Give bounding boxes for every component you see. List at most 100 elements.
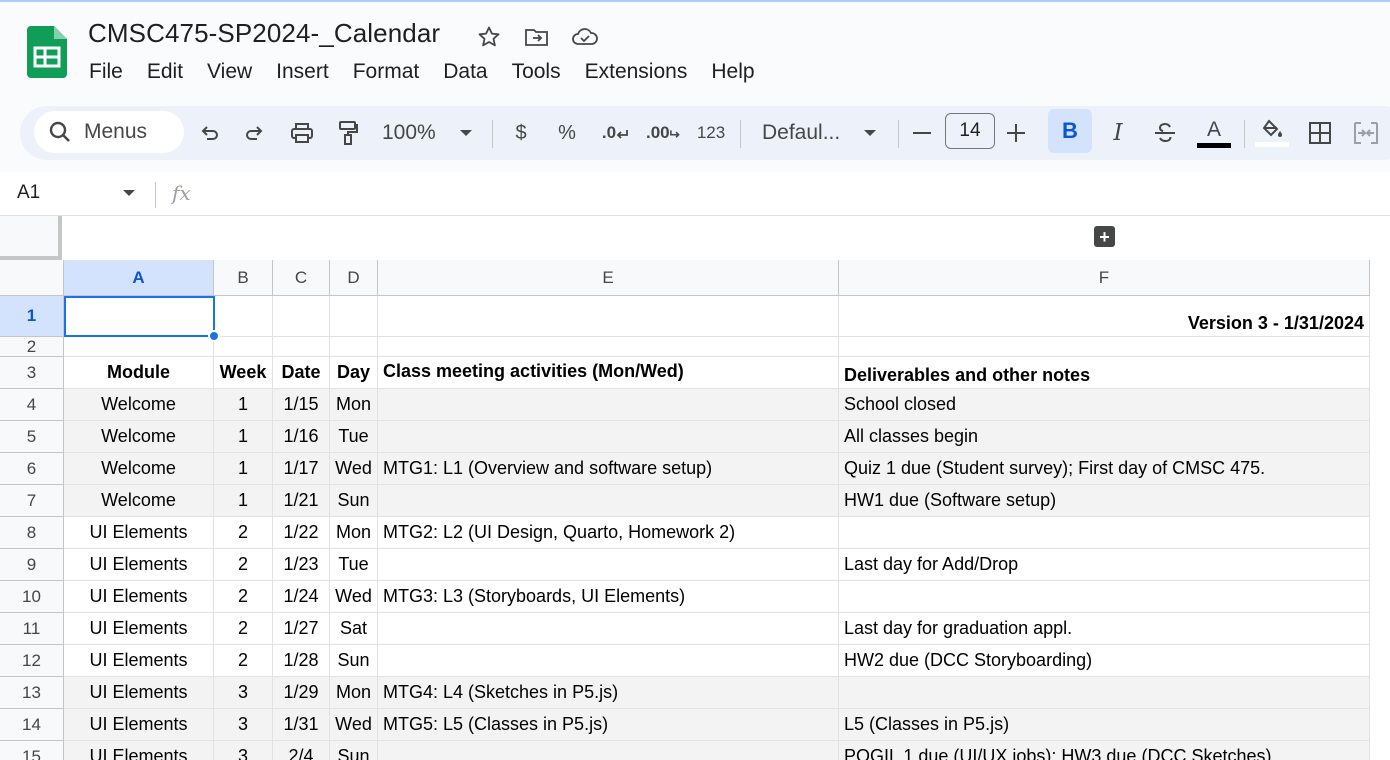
menu-file[interactable]: File bbox=[77, 58, 135, 86]
italic-button[interactable]: I bbox=[1104, 116, 1132, 150]
cell-a12[interactable]: UI Elements bbox=[64, 645, 214, 677]
merge-cells-button[interactable] bbox=[1352, 116, 1380, 150]
menu-data[interactable]: Data bbox=[431, 58, 499, 86]
move-to-folder-icon[interactable] bbox=[522, 22, 552, 52]
row-header[interactable]: 8 bbox=[0, 517, 64, 549]
add-button[interactable]: + bbox=[1094, 226, 1115, 247]
cell-a9[interactable]: UI Elements bbox=[64, 549, 214, 581]
cell-a3[interactable]: Module bbox=[64, 357, 214, 389]
cell-e8[interactable]: MTG2: L2 (UI Design, Quarto, Homework 2) bbox=[378, 517, 839, 549]
print-button[interactable] bbox=[288, 116, 316, 150]
cell-c12[interactable]: 1/28 bbox=[273, 645, 330, 677]
cell-c15[interactable]: 2/4 bbox=[273, 741, 330, 760]
cell-a10[interactable]: UI Elements bbox=[64, 581, 214, 613]
cell-d4[interactable]: Mon bbox=[330, 389, 378, 421]
cell-d1[interactable] bbox=[330, 296, 378, 337]
font-family-dropdown[interactable] bbox=[860, 116, 880, 150]
cell-f3[interactable]: Deliverables and other notes bbox=[839, 357, 1370, 389]
cell-e13[interactable]: MTG4: L4 (Sketches in P5.js) bbox=[378, 677, 839, 709]
cell-f5[interactable]: All classes begin bbox=[839, 421, 1370, 453]
row-header[interactable]: 5 bbox=[0, 421, 64, 453]
column-header-c[interactable]: C bbox=[273, 260, 330, 296]
cell-c1[interactable] bbox=[273, 296, 330, 337]
more-formats-button[interactable]: 123 bbox=[694, 116, 728, 150]
percent-format-button[interactable]: % bbox=[554, 116, 580, 150]
cell-c3[interactable]: Date bbox=[273, 357, 330, 389]
cell-e6[interactable]: MTG1: L1 (Overview and software setup) bbox=[378, 453, 839, 485]
cell-d9[interactable]: Tue bbox=[330, 549, 378, 581]
cell-d5[interactable]: Tue bbox=[330, 421, 378, 453]
row-header[interactable]: 14 bbox=[0, 709, 64, 741]
menu-insert[interactable]: Insert bbox=[264, 58, 341, 86]
paint-format-button[interactable] bbox=[334, 116, 362, 150]
freeze-handle-corner[interactable] bbox=[0, 216, 62, 260]
cell-b11[interactable]: 2 bbox=[214, 613, 273, 645]
cell-c7[interactable]: 1/21 bbox=[273, 485, 330, 517]
row-header[interactable]: 12 bbox=[0, 645, 64, 677]
cell-e7[interactable] bbox=[378, 485, 839, 517]
cell-c5[interactable]: 1/16 bbox=[273, 421, 330, 453]
borders-button[interactable] bbox=[1306, 116, 1334, 150]
cell-d7[interactable]: Sun bbox=[330, 485, 378, 517]
cell-b1[interactable] bbox=[214, 296, 273, 337]
row-header[interactable]: 11 bbox=[0, 613, 64, 645]
cell-a4[interactable]: Welcome bbox=[64, 389, 214, 421]
cloud-saved-icon[interactable] bbox=[570, 22, 600, 52]
cell-c2[interactable] bbox=[273, 337, 330, 357]
cell-f9[interactable]: Last day for Add/Drop bbox=[839, 549, 1370, 581]
cell-e9[interactable] bbox=[378, 549, 839, 581]
cell-c4[interactable]: 1/15 bbox=[273, 389, 330, 421]
cell-b5[interactable]: 1 bbox=[214, 421, 273, 453]
text-color-button[interactable]: A bbox=[1196, 116, 1232, 150]
cell-c9[interactable]: 1/23 bbox=[273, 549, 330, 581]
chevron-down-icon[interactable] bbox=[122, 188, 136, 198]
cell-d15[interactable]: Sun bbox=[330, 741, 378, 760]
cell-c10[interactable]: 1/24 bbox=[273, 581, 330, 613]
cell-f11[interactable]: Last day for graduation appl. bbox=[839, 613, 1370, 645]
cell-f13[interactable] bbox=[839, 677, 1370, 709]
cell-e1[interactable] bbox=[378, 296, 839, 337]
menu-edit[interactable]: Edit bbox=[135, 58, 195, 86]
cell-c13[interactable]: 1/29 bbox=[273, 677, 330, 709]
cell-a15[interactable]: UI Elements bbox=[64, 741, 214, 760]
decrease-decimal-button[interactable]: .0 bbox=[598, 116, 632, 150]
cell-c6[interactable]: 1/17 bbox=[273, 453, 330, 485]
cell-d2[interactable] bbox=[330, 337, 378, 357]
fill-color-button[interactable] bbox=[1254, 116, 1290, 150]
row-header[interactable]: 4 bbox=[0, 389, 64, 421]
menu-tools[interactable]: Tools bbox=[500, 58, 573, 86]
cell-a11[interactable]: UI Elements bbox=[64, 613, 214, 645]
cell-e4[interactable] bbox=[378, 389, 839, 421]
cell-d14[interactable]: Wed bbox=[330, 709, 378, 741]
cell-b9[interactable]: 2 bbox=[214, 549, 273, 581]
sheets-logo[interactable] bbox=[27, 26, 67, 78]
select-all-corner[interactable] bbox=[0, 260, 64, 296]
font-size-input[interactable]: 14 bbox=[945, 113, 995, 149]
strikethrough-button[interactable] bbox=[1150, 116, 1180, 150]
cell-a7[interactable]: Welcome bbox=[64, 485, 214, 517]
cell-a14[interactable]: UI Elements bbox=[64, 709, 214, 741]
cell-f15[interactable]: POGIL 1 due (UI/UX jobs); HW3 due (DCC S… bbox=[839, 741, 1370, 760]
menus-search[interactable]: Menus bbox=[34, 111, 184, 153]
cell-a8[interactable]: UI Elements bbox=[64, 517, 214, 549]
row-header[interactable]: 1 bbox=[0, 296, 64, 337]
column-header-a[interactable]: A bbox=[64, 260, 214, 296]
cell-e3[interactable]: Class meeting activities (Mon/Wed) bbox=[378, 357, 839, 389]
document-title[interactable]: CMSC475-SP2024-_Calendar bbox=[88, 18, 440, 49]
currency-format-button[interactable]: $ bbox=[508, 116, 534, 150]
cell-b13[interactable]: 3 bbox=[214, 677, 273, 709]
fill-handle[interactable] bbox=[208, 330, 220, 342]
cell-a2[interactable] bbox=[64, 337, 214, 357]
cell-e5[interactable] bbox=[378, 421, 839, 453]
cell-f8[interactable] bbox=[839, 517, 1370, 549]
cell-b10[interactable]: 2 bbox=[214, 581, 273, 613]
zoom-select[interactable]: 100% bbox=[382, 116, 446, 150]
cell-b2[interactable] bbox=[214, 337, 273, 357]
redo-button[interactable] bbox=[242, 116, 268, 150]
cell-e2[interactable] bbox=[378, 337, 839, 357]
cell-e11[interactable] bbox=[378, 613, 839, 645]
cell-f10[interactable] bbox=[839, 581, 1370, 613]
cell-c14[interactable]: 1/31 bbox=[273, 709, 330, 741]
cell-c8[interactable]: 1/22 bbox=[273, 517, 330, 549]
name-box[interactable]: A1 bbox=[17, 182, 40, 204]
